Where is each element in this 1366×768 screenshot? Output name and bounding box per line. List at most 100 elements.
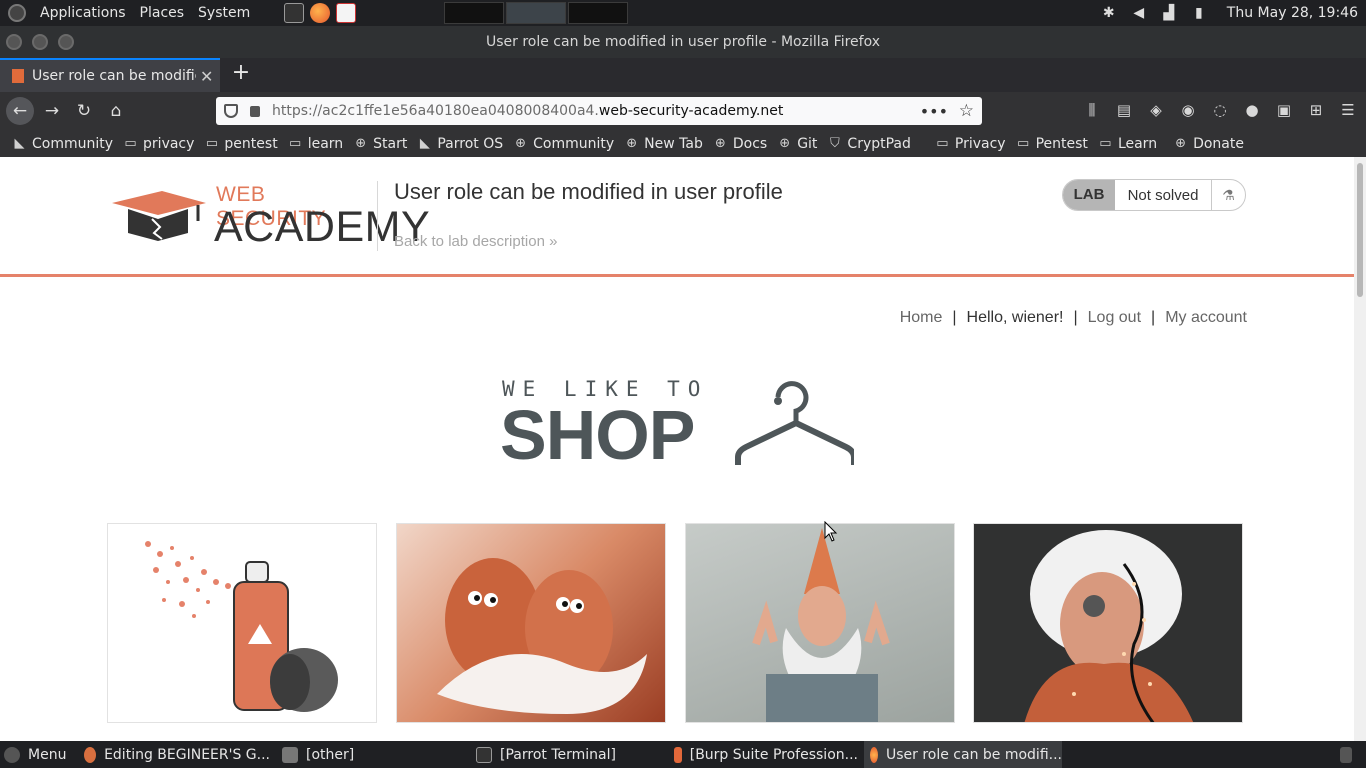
my-account-link[interactable]: My account [1165,309,1247,327]
bookmark-folder[interactable]: ▭ Privacy [935,135,1006,152]
burp-suite-icon [674,746,682,763]
scrollbar-thumb[interactable] [1357,163,1363,297]
bookmark-item[interactable]: ⊕ New Tab [624,136,703,152]
battery-icon[interactable]: ▮ [1191,5,1207,21]
system-menu[interactable]: System [198,5,250,21]
home-link[interactable]: Home [900,309,943,327]
network-signal-icon[interactable]: ▟ [1161,5,1177,21]
product-image-spray-can[interactable] [107,523,377,723]
bookmark-item[interactable]: ⊕ Git [777,136,817,152]
taskbar-menu-label: Menu [28,746,67,763]
bookmark-item[interactable]: ◣ Community [12,136,114,152]
product-image-eggs[interactable] [396,523,666,723]
url-prefix: https://ac2c1ffe1e56a40180ea0408008400a4… [272,103,599,119]
extension-icon[interactable]: ◌ [1210,100,1230,120]
workspace-2[interactable] [506,2,567,24]
back-button[interactable]: ← [6,97,34,125]
web-security-academy-logo[interactable]: WEB SECURITY ACADEMY [108,183,430,251]
text-editor-launcher-icon[interactable] [336,3,357,23]
volume-icon[interactable]: ◀ [1131,5,1147,21]
bookmark-folder[interactable]: ▭ pentest [204,136,278,152]
url-domain: web-security-academy.net [598,103,784,119]
launchers [284,3,357,23]
tab-title: User role can be modified in user profil… [32,68,196,84]
firefox-launcher-icon[interactable] [310,3,331,23]
chevron-right-icon: » [549,233,558,250]
library-icon[interactable]: ⫼ [1082,100,1102,120]
home-button[interactable]: ⌂ [102,97,130,125]
taskbar-task[interactable]: [Parrot Terminal] [476,741,662,768]
parrot-icon: ◣ [14,136,25,151]
taskbar-task-label: User role can be modifi... [885,746,1062,763]
bookmark-item[interactable]: ⊕ Community [513,136,614,152]
globe-icon: ⊕ [515,136,527,151]
graduation-cap-icon [112,191,206,241]
close-tab-icon[interactable]: ✕ [200,67,213,86]
parrot-menu-icon[interactable] [8,4,26,22]
extensions-grid-icon[interactable]: ⊞ [1306,100,1326,120]
tab-strip: User role can be modified in user profil… [0,58,1366,92]
bookmark-label: privacy [143,135,195,152]
lab-badge: LAB [1063,180,1115,210]
back-to-lab-description-link[interactable]: Back to lab description » [394,233,557,250]
greeting-text: Hello, wiener! [966,309,1064,326]
account-icon[interactable]: ● [1242,100,1262,120]
new-tab-button[interactable]: + [230,62,252,84]
minimize-window-button[interactable] [32,34,48,50]
forward-button[interactable]: → [38,97,66,125]
bookmark-label: Pentest [1035,135,1088,152]
bookmark-item[interactable]: ⛉ CryptPad [827,136,911,152]
nav-separator: | [952,309,957,326]
terminal-launcher-icon[interactable] [284,3,305,23]
maximize-window-button[interactable] [58,34,74,50]
parrot-menu-icon [4,746,20,763]
bookmark-item[interactable]: ⊕ Donate [1173,136,1244,152]
bookmark-star-icon[interactable]: ☆ [959,101,974,121]
header-divider [377,181,378,251]
applications-menu[interactable]: Applications [40,5,126,21]
hamburger-menu-icon[interactable]: ☰ [1338,100,1358,120]
bookmark-folder[interactable]: ▭ learn [288,136,343,152]
bookmark-item[interactable]: ⊕ Start [353,136,407,152]
reload-button[interactable]: ↻ [70,97,98,125]
taskbar-menu[interactable]: Menu [4,741,66,768]
taskbar-task[interactable]: [other] [282,741,462,768]
url-text[interactable]: https://ac2c1ffe1e56a40180ea0408008400a4… [272,103,783,119]
folder-icon: ▭ [1099,136,1112,151]
sidebar-icon[interactable]: ▤ [1114,100,1134,120]
tab-active[interactable]: User role can be modified in user profil… [0,58,220,92]
os-top-panel: Applications Places System ✱ ◀ ▟ ▮ Thu M… [0,0,1366,26]
flask-icon[interactable]: ⚗ [1211,180,1245,210]
url-bar[interactable]: https://ac2c1ffe1e56a40180ea0408008400a4… [216,97,982,125]
show-desktop-button[interactable] [1340,741,1360,768]
foxyproxy-icon[interactable]: ◈ [1146,100,1166,120]
taskbar-task[interactable]: Editing BEGINEER'S G... [84,741,270,768]
product-image-santa-lights[interactable] [973,523,1243,723]
product-image-gnome-man[interactable] [685,523,955,723]
page-actions-icon[interactable]: ••• [920,102,948,121]
clock[interactable]: Thu May 28, 19:46 [1227,5,1358,21]
lock-icon[interactable] [250,105,260,117]
workspace-3[interactable] [568,2,629,24]
bookmark-folder[interactable]: ▭ privacy [123,136,194,152]
bookmark-folder[interactable]: ▭ Pentest [1016,136,1088,152]
taskbar-task[interactable]: [Burp Suite Profession... [674,741,858,768]
ublock-icon[interactable]: ◉ [1178,100,1198,120]
bluetooth-icon[interactable]: ✱ [1101,5,1117,21]
workspace-switcher [444,2,629,24]
bookmark-folder[interactable]: ▭ Learn [1098,136,1157,152]
account-nav: Home | Hello, wiener! | Log out | My acc… [900,309,1247,327]
workspace-1[interactable] [444,2,505,24]
bookmark-label: Parrot OS [437,135,504,152]
bookmark-label: Docs [732,135,768,152]
close-window-button[interactable] [6,34,22,50]
bookmark-label: Privacy [954,135,1006,152]
page-scrollbar[interactable] [1354,157,1366,741]
taskbar-task-active[interactable]: User role can be modifi... [864,741,1062,768]
logout-link[interactable]: Log out [1088,309,1141,327]
bookmark-item[interactable]: ⊕ Docs [713,136,767,152]
places-menu[interactable]: Places [140,5,185,21]
tracking-protection-icon[interactable] [224,104,238,118]
bookmark-item[interactable]: ◣ Parrot OS [417,136,503,152]
extension-s-icon[interactable]: ▣ [1274,100,1294,120]
